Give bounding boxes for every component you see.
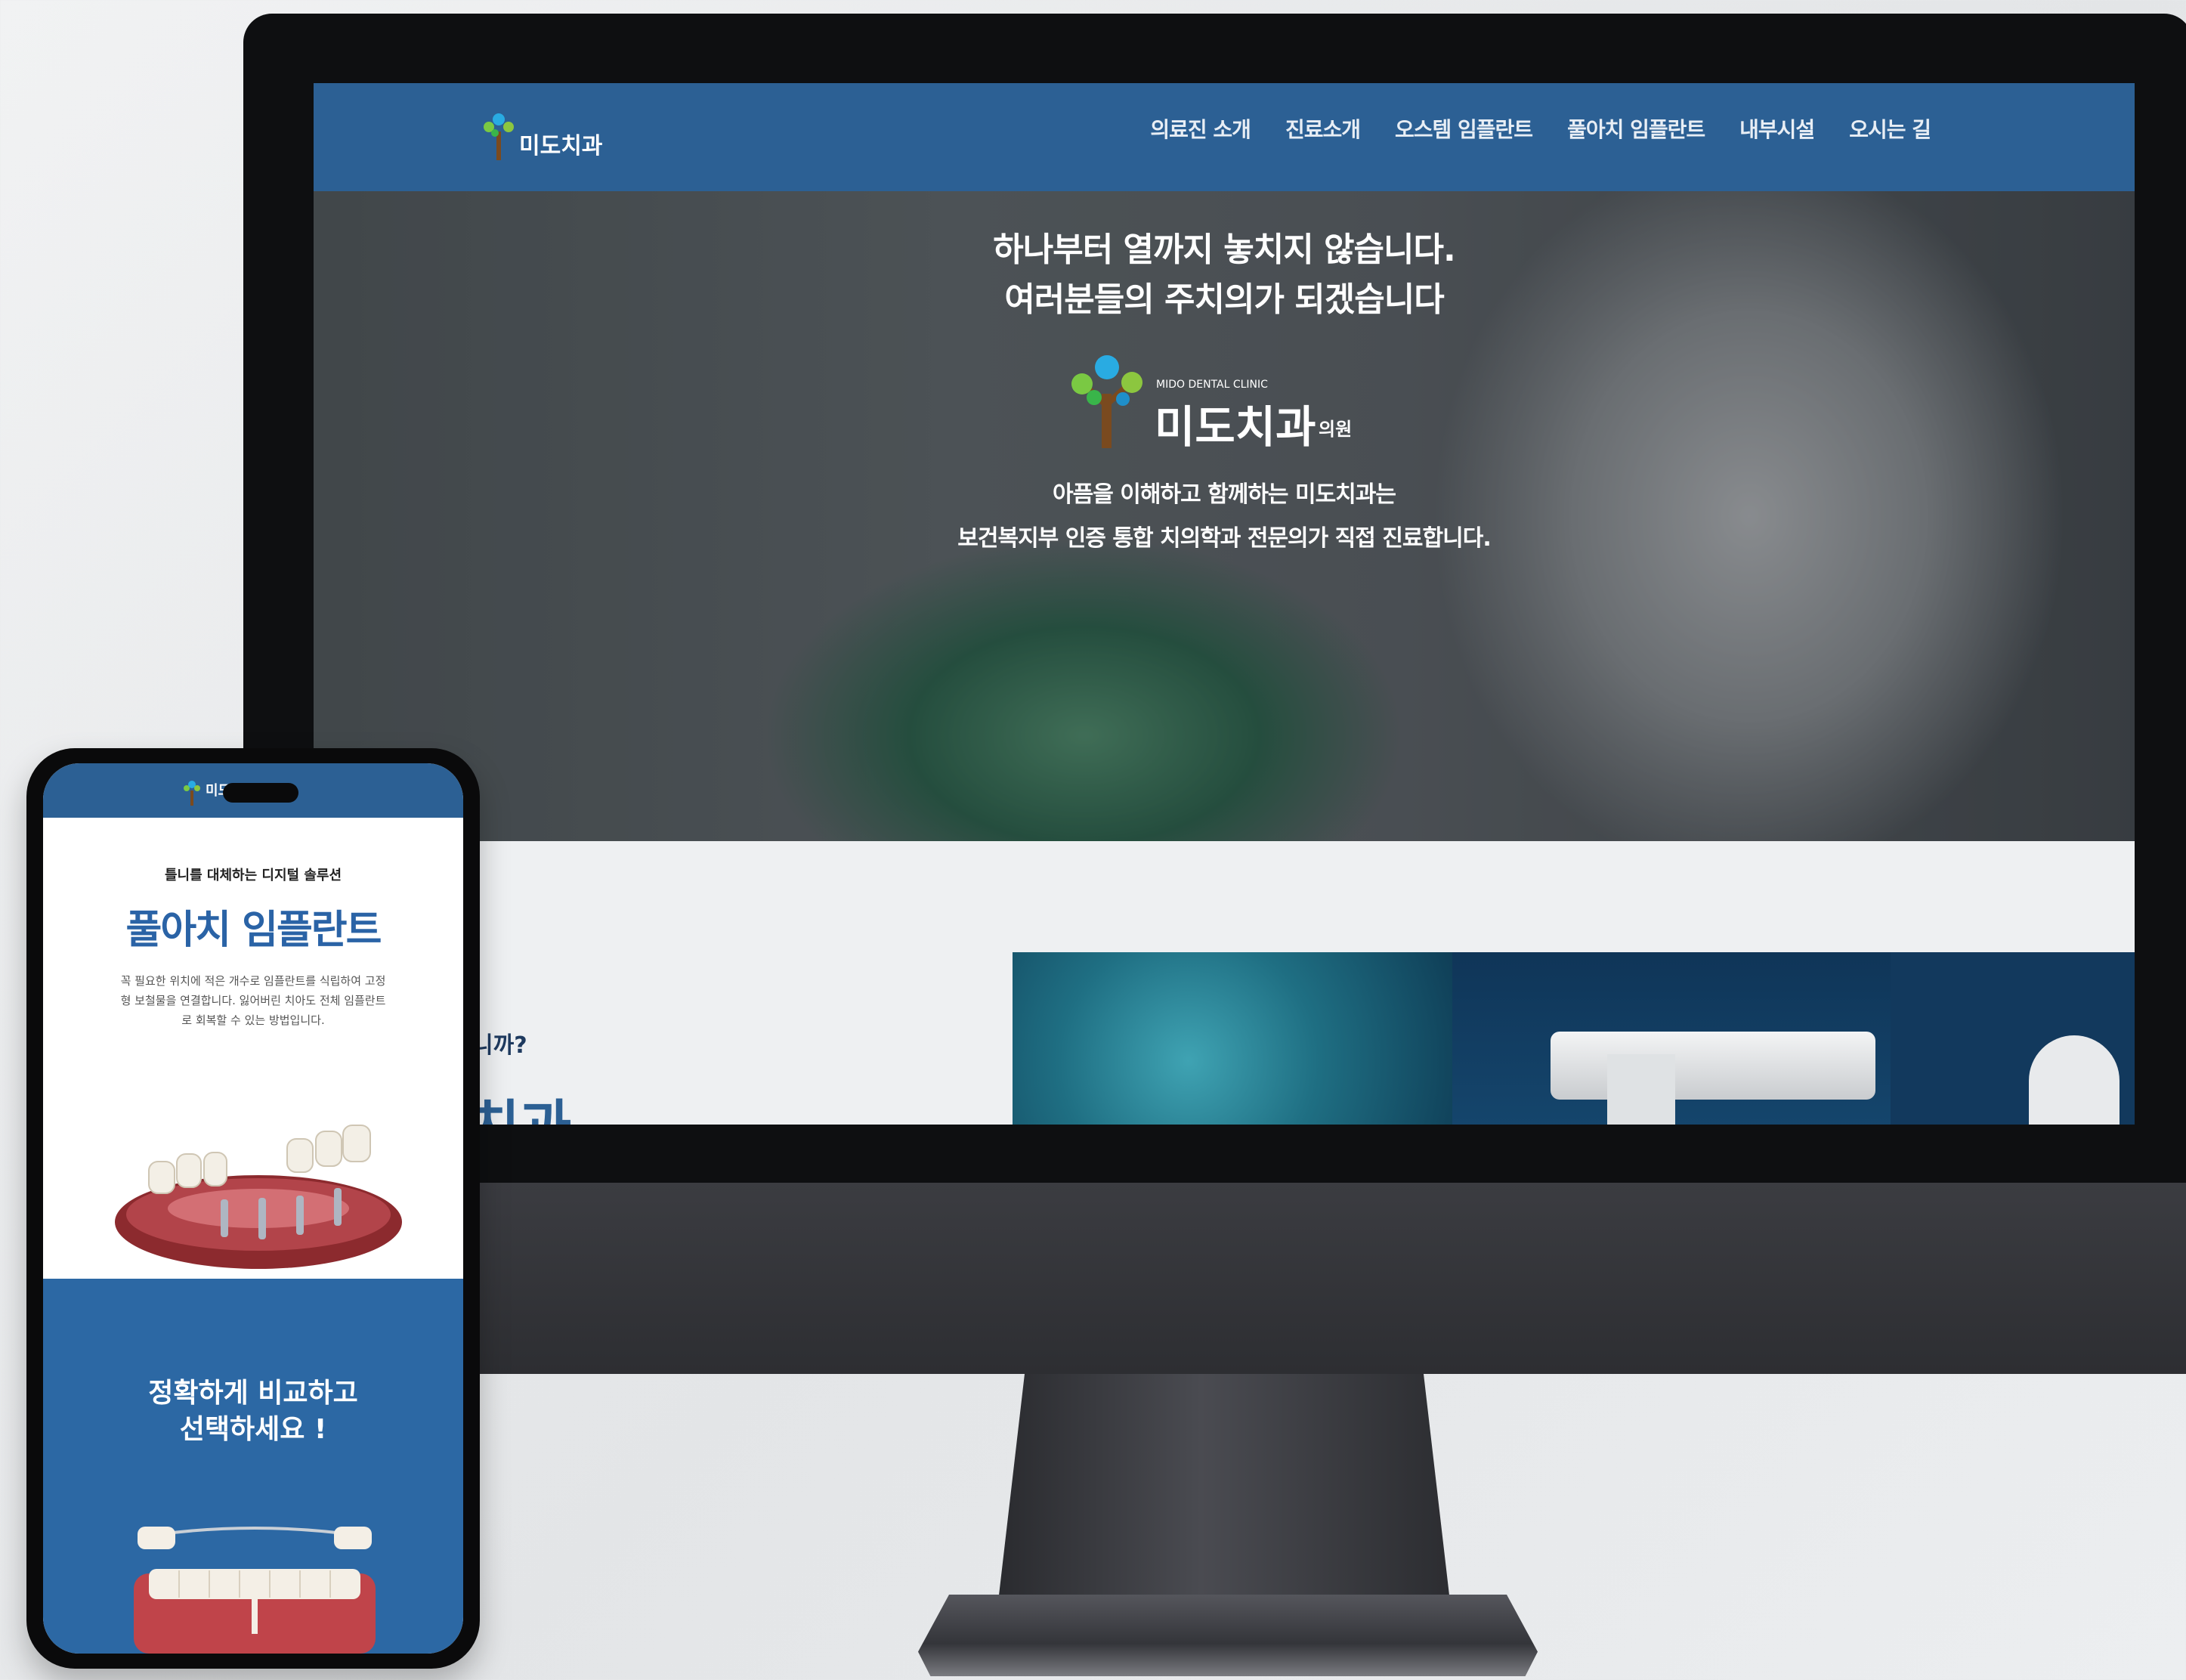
desktop-logo[interactable]: 미도치과 [480,106,638,166]
equipment-photo-2 [1891,952,2135,1125]
desktop-logo-text: 미도치과 [519,133,603,159]
hero-headline-line2: 여러분들의 주치의가 되겠습니다 [1004,280,1444,319]
nav-item-facilities[interactable]: 내부시설 [1739,113,1815,144]
mobile-compare-title: 정확하게 비교하고 선택하세요 ! [43,1375,463,1448]
imac-chin [243,1183,2186,1374]
mobile-compare-section: 정확하게 비교하고 선택하세요 ! [43,1279,463,1654]
mobile-compare-line2: 선택하세요 ! [179,1414,327,1445]
mobile-title: 풀아치 임플란트 [125,908,382,953]
desktop-navbar: 미도치과 의료진 소개 진료소개 오스템 임플란트 풀아치 임플란트 내부시설 … [314,83,2135,191]
phone-frame: 미도치과 틀니를 대체하는 디지털 솔루션 풀아치 임플란트 꼭 필요한 위치에… [26,748,480,1669]
denture-comparison-illustration [134,1527,376,1654]
mobile-fullarch-section: 틀니를 대체하는 디지털 솔루션 풀아치 임플란트 꼭 필요한 위치에 적은 개… [43,818,463,1279]
nav-item-osstem-implant[interactable]: 오스템 임플란트 [1395,113,1533,144]
intro-section: 니까? 치과 [314,841,2135,1125]
nav-item-treatment[interactable]: 진료소개 [1285,113,1361,144]
hero-desc-line2: 보건복지부 인증 통합 치의학과 전문의가 직접 진료합니다. [957,525,1491,552]
hero-headline-line1: 하나부터 열까지 놓치지 않습니다. [993,230,1455,269]
hero-clinic-logo: MIDO DENTAL CLINIC 미도치과 의원 [1065,352,1383,458]
nav-item-doctors[interactable]: 의료진 소개 [1150,113,1251,144]
mobile-compare-line1: 정확하게 비교하고 [148,1378,358,1409]
hero-banner: 하나부터 열까지 놓치지 않습니다. 여러분들의 주치의가 되겠습니다 MIDO… [314,191,2135,841]
imac-stand-base [918,1595,1538,1676]
mobile-kicker: 틀니를 대체하는 디지털 솔루션 [164,868,342,883]
tree-logo-icon [184,781,200,806]
hero-clinic-suffix: 의원 [1319,419,1353,440]
section-question: 니까? [472,1032,527,1059]
hero-content: 하나부터 열까지 놓치지 않습니다. 여러분들의 주치의가 되겠습니다 MIDO… [314,225,2135,561]
equipment-photo [1452,952,1891,1125]
feature-banner [1013,952,2135,1125]
scanner-device [1551,1032,1875,1100]
desktop-menu: 의료진 소개 진료소개 오스템 임플란트 풀아치 임플란트 내부시설 오시는 길 [1150,113,1931,144]
mobile-screen: 미도치과 틀니를 대체하는 디지털 솔루션 풀아치 임플란트 꼭 필요한 위치에… [43,763,463,1654]
desktop-screen: 미도치과 의료진 소개 진료소개 오스템 임플란트 풀아치 임플란트 내부시설 … [314,83,2135,1125]
hero-clinic-name: 미도치과 [1155,401,1316,453]
tree-logo-icon [484,113,514,160]
nav-item-full-arch-implant[interactable]: 풀아치 임플란트 [1567,113,1705,144]
imac-stand [997,1374,1451,1608]
tree-logo-icon [1071,355,1142,448]
mobile-desc: 꼭 필요한 위치에 적은 개수로 임플란트를 식립하여 고정형 보철물을 연결합… [120,974,386,1027]
phone-notch [223,783,298,803]
nav-item-directions[interactable]: 오시는 길 [1849,113,1931,144]
section-title: 치과 [468,1081,571,1125]
surgery-photo [1013,952,1452,1125]
scanner-base [1607,1054,1675,1125]
full-arch-implant-illustration [115,1125,402,1269]
device-shape [2029,1035,2120,1125]
hero-desc-line1: 아픔을 이해하고 함께하는 미도치과는 [1053,481,1396,508]
hero-clinic-sub: MIDO DENTAL CLINIC [1156,379,1268,391]
